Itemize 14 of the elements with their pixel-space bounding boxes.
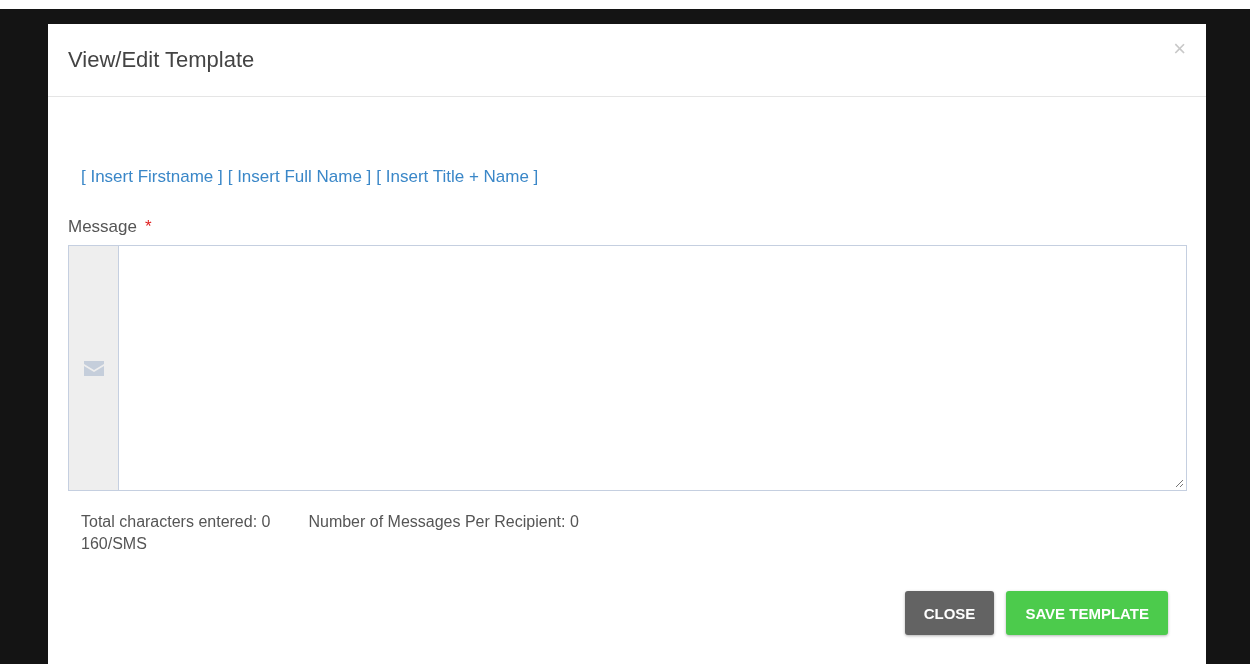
insert-link[interactable]: [ Insert Full Name ]	[227, 167, 372, 187]
messages-per-recipient: Number of Messages Per Recipient: 0	[308, 513, 579, 532]
envelope-icon	[83, 360, 104, 376]
resize-grip-icon[interactable]	[1175, 479, 1184, 488]
insert-link[interactable]: [ Insert Firstname ]	[81, 167, 223, 187]
insert-link[interactable]: [ Insert Title + Name ]	[376, 167, 539, 187]
save-template-button[interactable]: SAVE TEMPLATE	[1006, 591, 1168, 635]
dialog-title: View/Edit Template	[68, 47, 255, 73]
message-label: Message	[68, 217, 137, 237]
sms-limit: 160/SMS	[81, 535, 148, 553]
close-button[interactable]: CLOSE	[904, 591, 995, 635]
message-field[interactable]	[68, 245, 1187, 491]
character-count: Total characters entered: 0	[81, 513, 271, 531]
required-mark: *	[145, 217, 152, 237]
